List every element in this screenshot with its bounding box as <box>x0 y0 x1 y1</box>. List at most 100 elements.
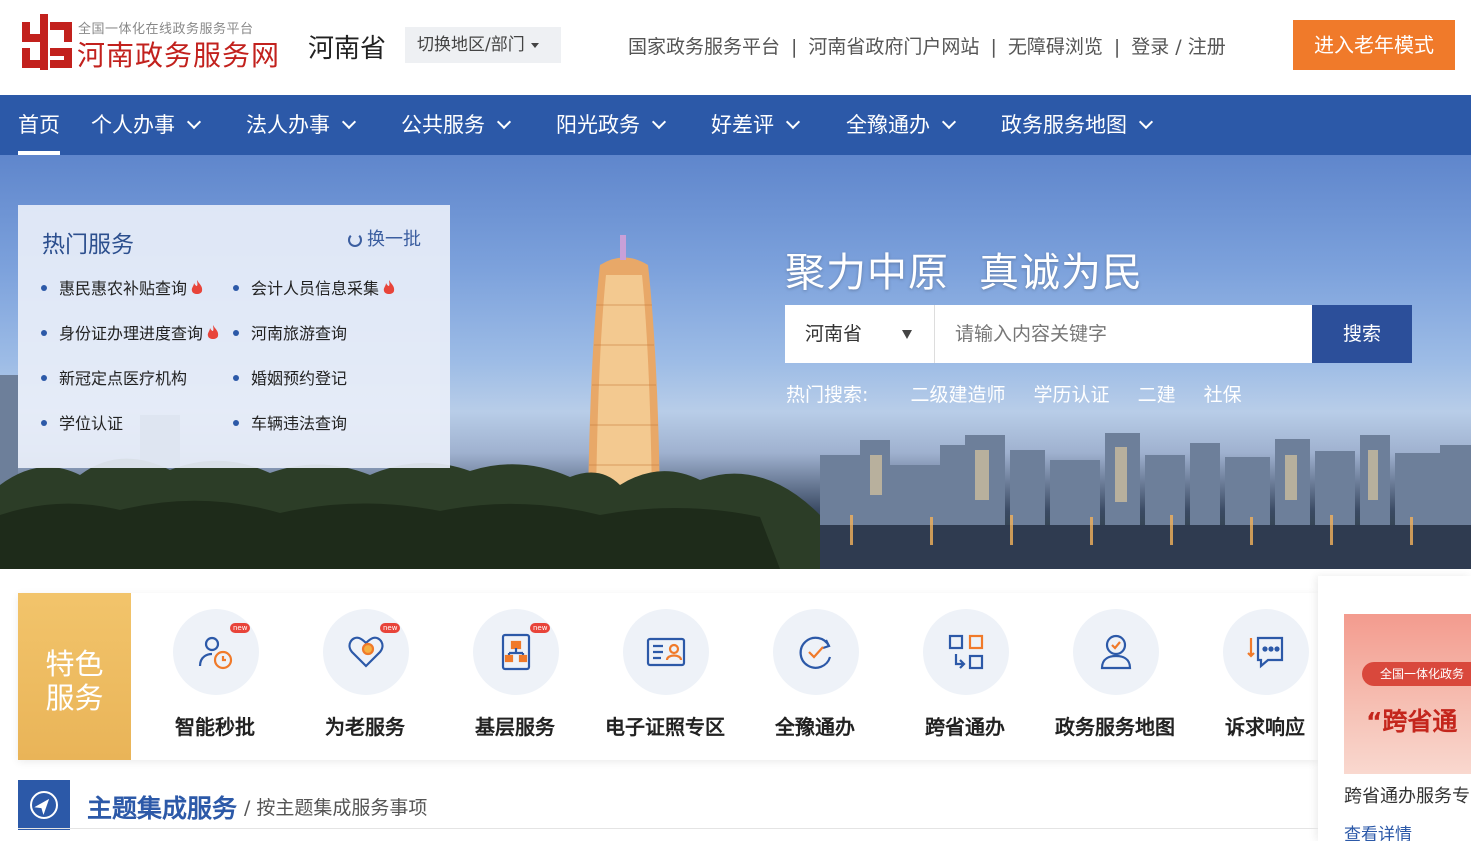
nav-label: 全豫通办 <box>846 113 930 137</box>
fire-icon <box>383 279 395 294</box>
feature-icon-circle <box>1223 609 1309 695</box>
chevron-down-icon <box>341 114 357 130</box>
feature-label: 基层服务 <box>475 715 555 739</box>
nav-public[interactable]: 公共服务 <box>401 95 512 155</box>
nav-personal[interactable]: 个人办事 <box>91 95 202 155</box>
chevron-down-icon <box>496 114 512 130</box>
bullet <box>41 374 47 381</box>
slogan-part-a: 聚力中原 <box>785 250 949 296</box>
nav-label: 首页 <box>18 113 60 137</box>
nav-sunshine[interactable]: 阳光政务 <box>556 95 667 155</box>
hot-search-keyword[interactable]: 社保 <box>1204 384 1242 406</box>
nav-label: 法人办事 <box>246 113 330 137</box>
theme-section-subtitle: / 按主题集成服务事项 <box>244 793 427 820</box>
feature-elder-service[interactable]: new 为老服务 <box>290 609 440 749</box>
bullet <box>41 329 47 336</box>
banner-slogan: 聚力中原 真诚为民 <box>785 240 1143 298</box>
feature-cross-province[interactable]: 跨省通办 <box>890 609 1040 749</box>
hot-search-row: 热门搜索: 二级建造师 学历认证 二建 社保 <box>786 380 1242 407</box>
feature-quanyu[interactable]: 全豫通办 <box>740 609 890 749</box>
login-link[interactable]: 登录 <box>1131 36 1169 58</box>
nav-corporate[interactable]: 法人办事 <box>246 95 357 155</box>
bullet <box>233 329 239 336</box>
feature-smart-approval[interactable]: new 智能秒批 <box>140 609 290 749</box>
featured-services: 特色 服务 new 智能秒批 new 为老服务 new 基层服务 电子证照专区 … <box>18 593 1318 760</box>
search-bar: 河南省 搜索 <box>785 305 1412 363</box>
feature-e-license[interactable]: 电子证照专区 <box>590 609 740 749</box>
link-national-platform[interactable]: 国家政务服务平台 <box>628 36 780 58</box>
promo-title: 跨省通办服务专 <box>1344 786 1470 807</box>
hot-service-item[interactable]: 学位认证 <box>41 410 123 434</box>
slogan-part-b: 真诚为民 <box>979 250 1143 296</box>
triangle-down-icon <box>902 330 912 339</box>
chevron-down-icon <box>1138 114 1154 130</box>
promo-headline: “跨省通 <box>1366 707 1458 736</box>
featured-label: 特色 服务 <box>18 593 131 760</box>
switch-region-button[interactable]: 切换地区/部门 <box>405 27 561 63</box>
compass-icon <box>18 780 70 830</box>
nav-service-map[interactable]: 政务服务地图 <box>1001 95 1154 155</box>
bullet <box>41 419 47 426</box>
bullet <box>233 419 239 426</box>
register-link[interactable]: 注册 <box>1188 36 1226 58</box>
hot-service-label: 学位认证 <box>59 414 124 433</box>
feature-icon-circle <box>623 609 709 695</box>
feature-label: 电子证照专区 <box>605 715 725 739</box>
view-details-link[interactable]: 查看详情 <box>1344 820 1412 841</box>
feature-label: 全豫通办 <box>775 715 855 739</box>
hot-service-label: 新冠定点医疗机构 <box>59 369 188 388</box>
switch-region-label: 切换地区/部门 <box>417 35 525 55</box>
featured-label-line2: 服务 <box>45 681 104 715</box>
nav-label: 阳光政务 <box>556 113 640 137</box>
feature-grassroots[interactable]: new 基层服务 <box>440 609 590 749</box>
feature-label: 智能秒批 <box>175 715 255 739</box>
search-button[interactable]: 搜索 <box>1312 305 1412 363</box>
search-region-select[interactable]: 河南省 <box>785 305 935 363</box>
hot-search-keyword[interactable]: 二级建造师 <box>910 384 1005 406</box>
elder-mode-button[interactable]: 进入老年模式 <box>1293 20 1455 70</box>
hot-service-item[interactable]: 婚姻预约登记 <box>233 365 347 389</box>
chevron-down-icon <box>941 114 957 130</box>
chevron-down-icon <box>186 114 202 130</box>
cross-province-promo-card[interactable]: 全国一体化政务 “跨省通 跨省通办服务专 查看详情 <box>1318 576 1471 841</box>
hot-search-keyword[interactable]: 学历认证 <box>1034 384 1110 406</box>
search-input[interactable] <box>935 305 1312 363</box>
refresh-button[interactable]: 换一批 <box>348 225 421 251</box>
feature-label: 政务服务地图 <box>1055 715 1175 739</box>
hot-search-keyword[interactable]: 二建 <box>1138 384 1176 406</box>
hot-services-panel: 热门服务 换一批 惠民惠农补贴查询 会计人员信息采集 身份证办理进度查询 河南旅… <box>18 205 450 468</box>
bullet <box>233 284 239 291</box>
hot-services-title: 热门服务 <box>42 232 134 258</box>
nav-evaluation[interactable]: 好差评 <box>711 95 801 155</box>
featured-label-line1: 特色 <box>45 647 104 681</box>
feature-label: 跨省通办 <box>925 715 1005 739</box>
hot-service-item[interactable]: 新冠定点医疗机构 <box>41 365 187 389</box>
feature-label: 为老服务 <box>325 715 405 739</box>
hot-service-item[interactable]: 身份证办理进度查询 <box>41 320 219 344</box>
heart-elder-icon <box>348 636 384 668</box>
nav-home[interactable]: 首页 <box>18 95 60 155</box>
search-region-value: 河南省 <box>805 323 863 345</box>
hot-service-label: 婚姻预约登记 <box>251 369 348 388</box>
nav-label: 好差评 <box>711 113 774 137</box>
logo-title[interactable]: 河南政务服务网 <box>77 34 280 74</box>
feature-icon-circle <box>773 609 859 695</box>
transfer-arrows-icon <box>948 634 984 670</box>
hot-service-item[interactable]: 会计人员信息采集 <box>233 275 395 299</box>
divider: | <box>791 36 798 58</box>
nav-label: 个人办事 <box>91 113 175 137</box>
link-henan-portal[interactable]: 河南省政府门户网站 <box>808 36 979 58</box>
hot-service-item[interactable]: 河南旅游查询 <box>233 320 347 344</box>
link-accessible[interactable]: 无障碍浏览 <box>1008 36 1103 58</box>
divider: | <box>1113 36 1121 58</box>
hot-service-label: 身份证办理进度查询 <box>59 324 204 343</box>
fire-icon <box>207 324 219 339</box>
site-logo-icon[interactable] <box>20 14 74 70</box>
feature-icon-circle <box>923 609 1009 695</box>
new-badge: new <box>230 623 251 633</box>
hot-service-item[interactable]: 车辆违法查询 <box>233 410 347 434</box>
hot-service-item[interactable]: 惠民惠农补贴查询 <box>41 275 203 299</box>
feature-service-map[interactable]: 政务服务地图 <box>1040 609 1190 749</box>
nav-quanyu[interactable]: 全豫通办 <box>846 95 957 155</box>
hot-service-label: 会计人员信息采集 <box>251 279 380 298</box>
